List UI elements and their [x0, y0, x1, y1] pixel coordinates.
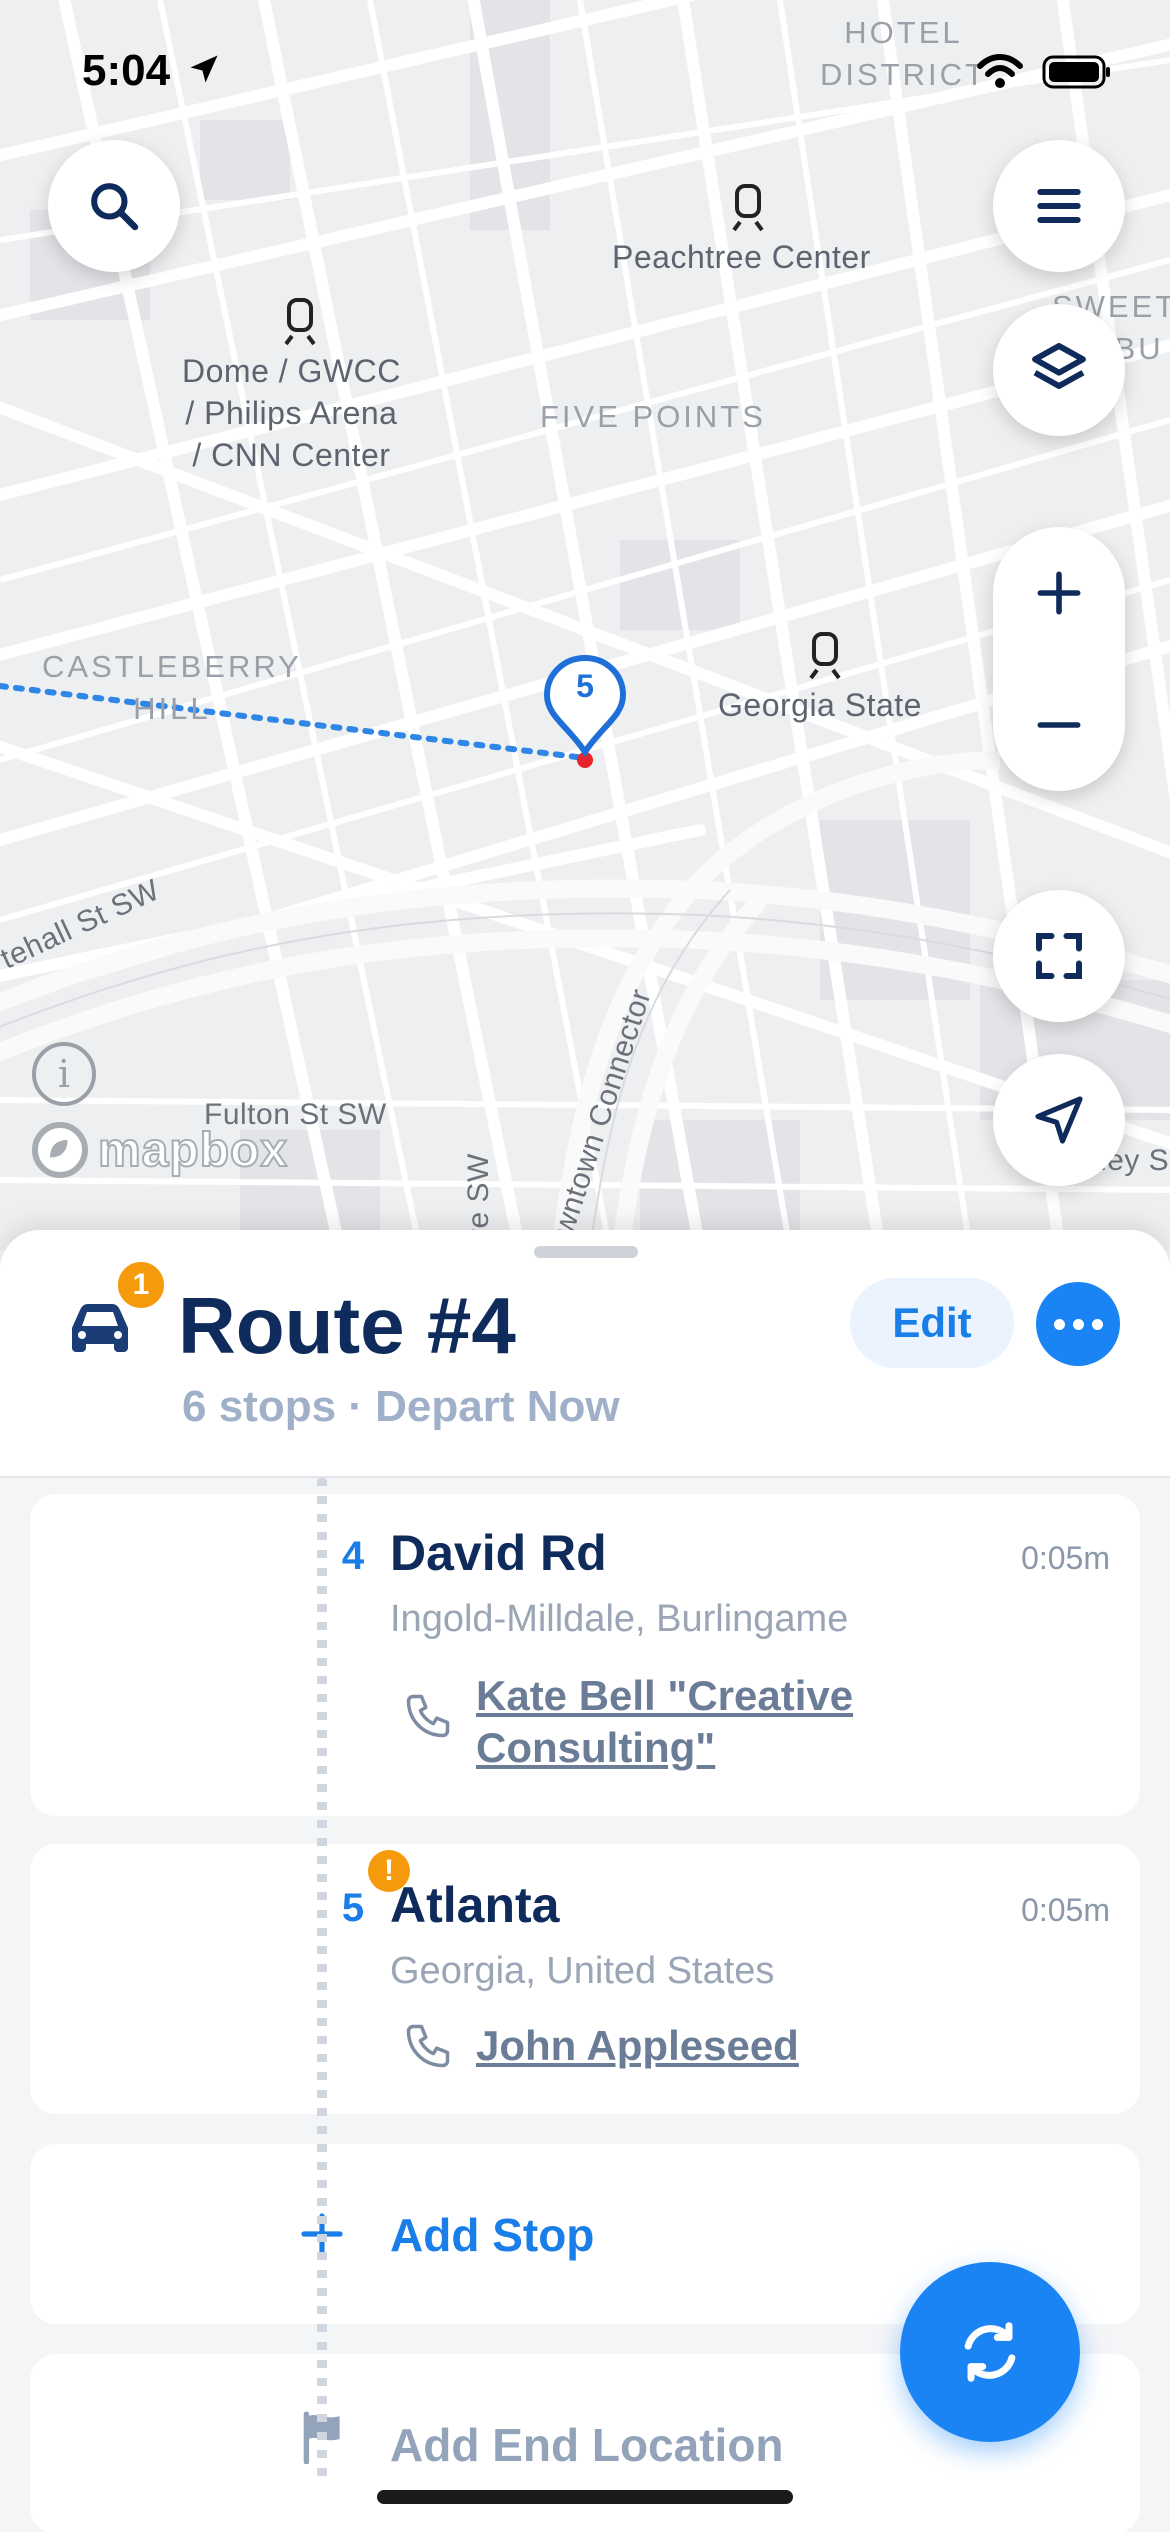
- stop-name: Atlanta: [390, 1877, 560, 1933]
- add-end-location-label: Add End Location: [390, 2419, 784, 2471]
- zoom-in-icon: [1037, 571, 1081, 615]
- my-location-button[interactable]: [993, 1054, 1125, 1186]
- route-header: 1 Route #4 6 stops · Depart Now Edit: [0, 1230, 1170, 1478]
- route-stop-pin[interactable]: 5: [542, 654, 628, 764]
- menu-icon: [1037, 188, 1081, 224]
- stop-time: 0:05m: [1021, 1540, 1110, 1576]
- search-icon: [91, 183, 139, 231]
- add-stop-label: Add Stop: [390, 2209, 595, 2261]
- phone-icon: [406, 2024, 450, 2068]
- more-dot: [1054, 1319, 1065, 1330]
- stop-address: Georgia, United States: [390, 1950, 775, 1992]
- zoom-out-icon: [1037, 722, 1081, 728]
- map-label-georgia-state: Georgia State: [718, 687, 922, 723]
- stop-contact[interactable]: John Appleseed: [402, 2020, 936, 2072]
- status-time: 5:04: [82, 46, 222, 96]
- vehicle-badge-count: 1: [114, 1258, 168, 1312]
- status-icons: [976, 54, 1112, 90]
- sheet-grabber[interactable]: [534, 1246, 638, 1258]
- optimize-route-button[interactable]: [900, 2262, 1080, 2442]
- zoom-out-button[interactable]: [993, 659, 1125, 791]
- stop-contact[interactable]: Kate Bell "Creative Consulting": [402, 1670, 936, 1774]
- more-options-button[interactable]: [1036, 1282, 1120, 1366]
- map-label-hotel-district: HOTEL DISTRICT: [820, 15, 987, 92]
- stop-card[interactable]: 5 ! Atlanta 0:05m Georgia, United States…: [30, 1844, 1140, 2114]
- map-attribution-info-button[interactable]: i: [32, 1042, 96, 1106]
- route-timeline: [317, 1478, 327, 2478]
- layers-icon: [1032, 343, 1086, 389]
- battery-icon: [1042, 55, 1110, 89]
- fit-route-button[interactable]: [993, 890, 1125, 1022]
- contact-name-link[interactable]: Kate Bell "Creative Consulting": [476, 1670, 936, 1774]
- stop-address: Ingold-Milldale, Burlingame: [390, 1598, 849, 1640]
- wifi-icon: [977, 54, 1023, 88]
- phone-icon: [406, 1694, 450, 1738]
- route-stop-pin-number: 5: [576, 668, 594, 704]
- edit-route-button[interactable]: Edit: [850, 1278, 1014, 1368]
- contact-name-link[interactable]: John Appleseed: [476, 2020, 936, 2072]
- home-indicator: [377, 2490, 793, 2504]
- stop-card[interactable]: 4 David Rd 0:05m Ingold-Milldale, Burlin…: [30, 1494, 1140, 1816]
- stop-time: 0:05m: [1021, 1892, 1110, 1928]
- route-subtitle: 6 stops · Depart Now: [182, 1382, 620, 1431]
- more-dot: [1073, 1319, 1084, 1330]
- map-layers-button[interactable]: [993, 304, 1125, 436]
- map-label-peachtree-center: Peachtree Center: [612, 239, 871, 275]
- map-view[interactable]: HOTEL DISTRICT Peachtree Center SWEET AU…: [0, 0, 1170, 1250]
- zoom-in-button[interactable]: [993, 527, 1125, 659]
- search-button[interactable]: [48, 140, 180, 272]
- map-label-dome: Dome / GWCC / Philips Arena / CNN Center: [182, 353, 401, 473]
- location-arrow-icon: [190, 55, 218, 83]
- locate-icon: [1035, 1096, 1083, 1144]
- more-dot: [1092, 1319, 1103, 1330]
- route-title: Route #4: [178, 1281, 516, 1370]
- zoom-control: [993, 527, 1125, 791]
- stop-name: David Rd: [390, 1525, 607, 1581]
- menu-button[interactable]: [993, 140, 1125, 272]
- map-label-five-points: FIVE POINTS: [540, 399, 766, 434]
- refresh-icon: [964, 2322, 1016, 2382]
- mapbox-logo: mapbox: [30, 1120, 288, 1180]
- mapbox-mark-icon: [32, 1122, 88, 1178]
- fit-bounds-icon: [1036, 933, 1082, 979]
- map-label-castleberry-hill: CASTLEBERRY HILL: [42, 649, 302, 726]
